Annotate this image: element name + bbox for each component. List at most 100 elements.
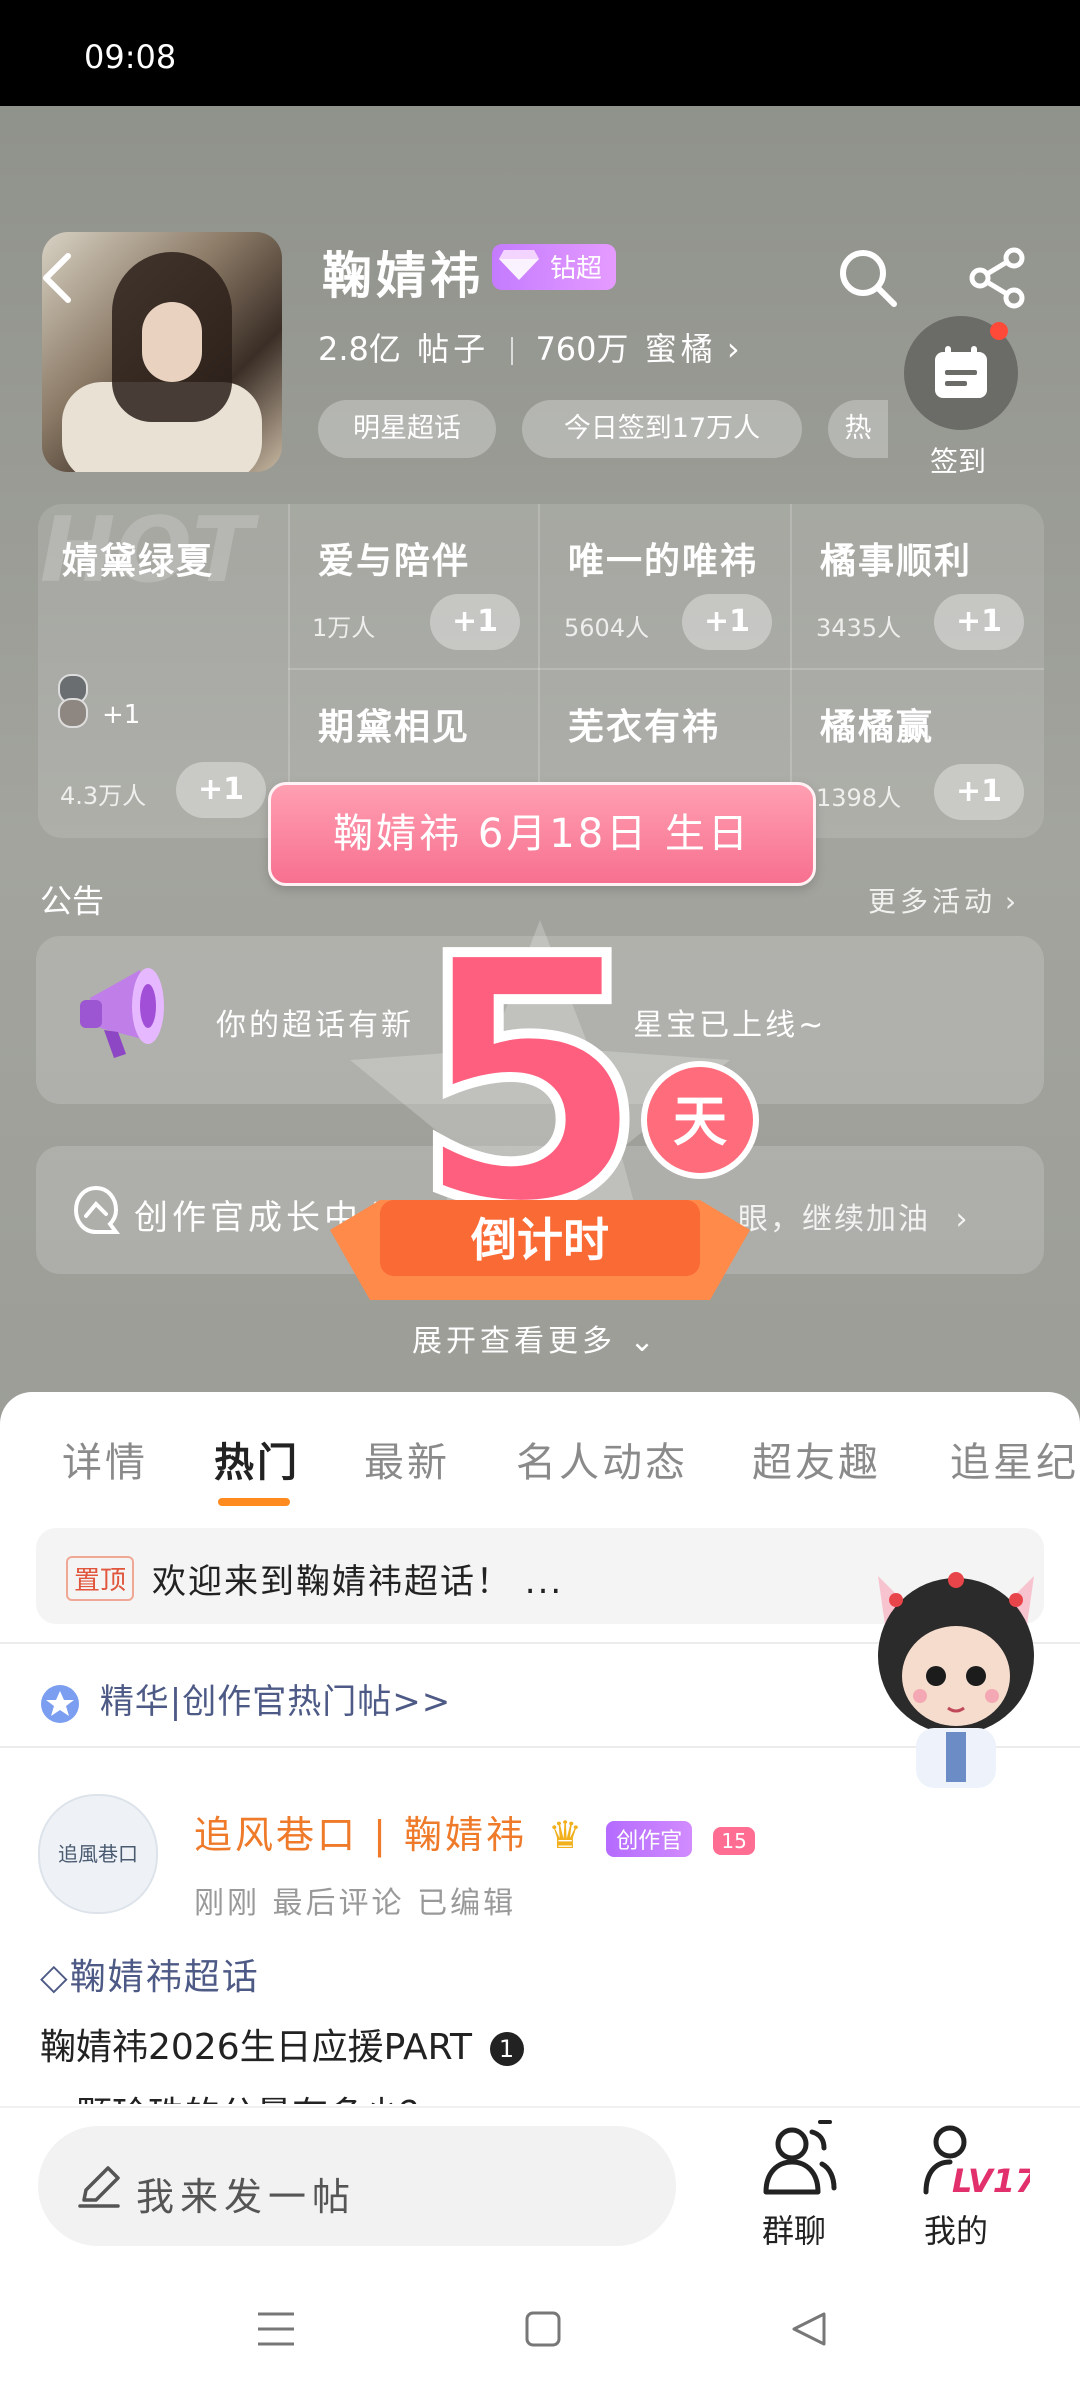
signin-label: 签到 (930, 445, 987, 478)
level-badge-number: 15 (721, 1829, 747, 1853)
calendar-icon (935, 346, 987, 398)
plus-one-button[interactable]: +1 (430, 594, 520, 650)
countdown-ribbon-text: 倒计时 (470, 1213, 609, 1267)
page-title: 鞠婧祎 (322, 247, 484, 305)
fans-label: 蜜橘 (644, 330, 717, 368)
birthday-banner[interactable]: 鞠婧祎 6月18日 生日 (268, 782, 816, 886)
number-badge: 1 (489, 2032, 524, 2066)
chip-hot[interactable]: 热 (828, 400, 888, 458)
subtopic-count: 5604人 (564, 614, 650, 642)
active-tab-indicator (218, 1498, 290, 1506)
chip-star-topic[interactable]: 明星超话 (318, 400, 496, 458)
crown-icon: ♛ (548, 1813, 586, 1857)
creator-badge-label: 创作官 (616, 1829, 683, 1854)
topic-stats[interactable]: 2.8亿 帖子 760万 蜜橘 › (318, 324, 740, 370)
countdown-popup[interactable]: 5 天 倒计时 (320, 900, 760, 1340)
creator-badge: 创作官 (606, 1821, 693, 1857)
creator-growth-hint-text: 眼，继续加油 (738, 1202, 930, 1237)
tab-hot[interactable]: 热门 (214, 1430, 300, 1488)
plus-one-button[interactable]: +1 (682, 594, 772, 650)
subtopic-title: 爱与陪伴 (318, 541, 471, 582)
tab-details[interactable]: 详情 (62, 1430, 148, 1488)
tab-fan-fun[interactable]: 超友趣 (752, 1430, 881, 1488)
chevron-right-icon: › (726, 330, 740, 368)
creator-icon (73, 1185, 120, 1234)
subtopic-title: 期黛相见 (318, 707, 471, 748)
mini-avatar (58, 698, 88, 728)
featured-label: 精华|创作官热门帖>> (99, 1682, 452, 1722)
featured-link[interactable]: 精华|创作官热门帖>> (40, 1674, 451, 1724)
plus-one-button[interactable]: +1 (176, 762, 266, 818)
megaphone-icon (80, 968, 164, 1058)
group-chat-label[interactable]: 群聊 (762, 2206, 826, 2252)
profile-label[interactable]: 我的 (924, 2206, 988, 2252)
fans-count: 760万 (535, 330, 629, 368)
tab-latest[interactable]: 最新 (364, 1430, 450, 1488)
pinned-tag: 置顶 (66, 1556, 135, 1601)
expand-more-label: 展开查看更多 (412, 1324, 616, 1359)
subtopic-title: 橘事顺利 (820, 541, 973, 582)
expand-more-link[interactable]: 展开查看更多 ⌄ (412, 1316, 659, 1360)
tab-star-chase[interactable]: 追星纪 (950, 1430, 1079, 1488)
diamond-icon: ◇ (40, 1957, 70, 1998)
badge-label: 钻超 (550, 254, 603, 284)
search-icon[interactable] (836, 246, 900, 310)
back-icon[interactable] (30, 248, 90, 308)
subtopic-lead[interactable]: 婧黛绿夏 +1 4.3万人 +1 (38, 504, 288, 838)
back-nav-icon[interactable] (790, 2310, 828, 2348)
number-badge-value: 1 (498, 2035, 515, 2063)
profile-icon[interactable]: LV17 (920, 2120, 1030, 2200)
posts-label: 帖子 (417, 330, 490, 368)
post-topic-label: 鞠婧祎超话 (69, 1957, 260, 1998)
subtopic-cell[interactable]: 爱与陪伴 1万人 +1 (290, 504, 538, 668)
section-title-announcement: 公告 (40, 882, 105, 920)
pinned-text: 欢迎来到鞠婧祎超话！ ... (152, 1562, 564, 1602)
pencil-icon (78, 2166, 120, 2208)
subtopic-count: 3435人 (816, 614, 902, 642)
subtopic-cell[interactable]: 橘事顺利 3435人 +1 (792, 504, 1044, 668)
plus-one-button[interactable]: +1 (934, 764, 1024, 820)
compose-post-label: 我来发一帖 (136, 2175, 357, 2219)
level-badge: 15 (713, 1827, 755, 1855)
subtopic-title: 唯一的唯祎 (568, 541, 759, 582)
post-author-label: 追风巷口 | 鞠婧祎 (194, 1813, 527, 1857)
post-meta: 刚刚 最后评论 已编辑 (194, 1886, 517, 1921)
diamond-icon (499, 250, 539, 280)
post-body-text: 鞠婧祎2026生日应援PART (40, 2027, 473, 2068)
subtopic-cell[interactable]: 橘橘赢 1398人 +1 (792, 670, 1044, 838)
mascot-sticker[interactable] (858, 1556, 1054, 1806)
chip-signin-count[interactable]: 今日签到17万人 (522, 400, 802, 458)
more-activities-link[interactable]: 更多活动 › (868, 880, 1016, 920)
group-chat-icon[interactable] (760, 2120, 840, 2200)
compose-post-button[interactable] (38, 2126, 676, 2246)
star-badge-icon (41, 1684, 79, 1723)
posts-count: 2.8亿 (318, 330, 401, 368)
subtopic-count: 4.3万人 (60, 782, 147, 810)
post-body-second-line: 一颗珍珠的分量有多少？ (40, 2086, 436, 2104)
chevron-down-icon: ⌄ (629, 1324, 659, 1359)
post-topic-link[interactable]: ◇鞠婧祎超话 (40, 1948, 260, 2000)
subtopic-title: 芜衣有祎 (568, 707, 721, 748)
plus-one-button[interactable]: +1 (934, 594, 1024, 650)
subtopic-cell[interactable]: 唯一的唯祎 5604人 +1 (540, 504, 790, 668)
subtopic-title: 橘橘赢 (820, 707, 935, 748)
system-nav-bar (0, 2266, 1080, 2400)
subtopic-title: 婧黛绿夏 (62, 541, 215, 582)
notification-dot (990, 322, 1008, 340)
countdown-unit: 天 (673, 1090, 727, 1153)
status-bar: 09:08 (0, 0, 1080, 106)
home-icon[interactable] (524, 2310, 562, 2348)
subtopic-count: 1398人 (816, 784, 902, 812)
vip-badge[interactable]: 钻超 (492, 244, 617, 290)
creator-growth-hint: 眼，继续加油 › (738, 1194, 970, 1238)
tab-celebrity-updates[interactable]: 名人动态 (516, 1430, 688, 1488)
subtopic-count: 1万人 (312, 614, 376, 642)
more-activities-label: 更多活动 (868, 885, 997, 918)
chevron-right-icon: › (955, 1202, 970, 1237)
post-author-name[interactable]: 追风巷口 | 鞠婧祎 ♛ 创作官 15 (194, 1804, 755, 1859)
post-author-avatar[interactable]: 追風巷口 (38, 1794, 158, 1914)
share-icon[interactable] (966, 246, 1030, 310)
status-time: 09:08 (84, 38, 177, 76)
post-body[interactable]: 鞠婧祎2026生日应援PART 1 (40, 2018, 524, 2070)
menu-icon[interactable] (256, 2310, 296, 2348)
